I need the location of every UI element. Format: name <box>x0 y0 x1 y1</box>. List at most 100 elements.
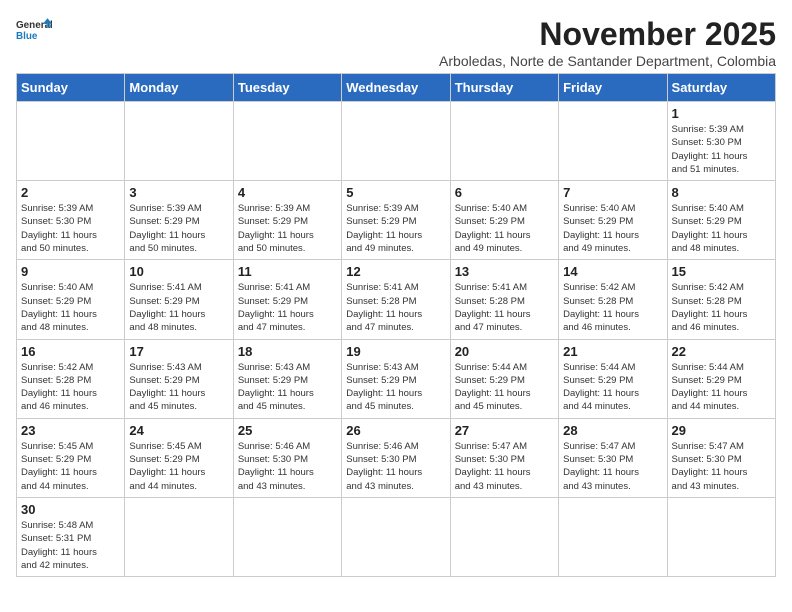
calendar-cell <box>667 497 775 576</box>
day-info: Sunrise: 5:42 AM Sunset: 5:28 PM Dayligh… <box>563 281 662 334</box>
day-info: Sunrise: 5:39 AM Sunset: 5:29 PM Dayligh… <box>346 202 445 255</box>
day-number: 1 <box>672 106 771 121</box>
calendar-cell: 13 Sunrise: 5:41 AM Sunset: 5:28 PM Dayli… <box>450 260 558 339</box>
calendar-cell: 3 Sunrise: 5:39 AM Sunset: 5:29 PM Daylig… <box>125 181 233 260</box>
page-header: General Blue November 2025 Arboledas, No… <box>16 16 776 69</box>
calendar-cell <box>559 102 667 181</box>
calendar-cell: 21 Sunrise: 5:44 AM Sunset: 5:29 PM Dayli… <box>559 339 667 418</box>
day-number: 16 <box>21 344 120 359</box>
calendar-cell: 22Sunrise: 5:44 AM Sunset: 5:29 PM Dayli… <box>667 339 775 418</box>
day-info: Sunrise: 5:45 AM Sunset: 5:29 PM Dayligh… <box>21 440 120 493</box>
day-number: 28 <box>563 423 662 438</box>
calendar-cell: 12 Sunrise: 5:41 AM Sunset: 5:28 PM Dayli… <box>342 260 450 339</box>
calendar-week-row: 9 Sunrise: 5:40 AM Sunset: 5:29 PM Daylig… <box>17 260 776 339</box>
day-info: Sunrise: 5:45 AM Sunset: 5:29 PM Dayligh… <box>129 440 228 493</box>
calendar-cell <box>233 497 341 576</box>
day-number: 13 <box>455 264 554 279</box>
day-info: Sunrise: 5:41 AM Sunset: 5:28 PM Dayligh… <box>455 281 554 334</box>
day-number: 9 <box>21 264 120 279</box>
day-number: 2 <box>21 185 120 200</box>
day-number: 14 <box>563 264 662 279</box>
calendar-week-row: 2 Sunrise: 5:39 AM Sunset: 5:30 PM Daylig… <box>17 181 776 260</box>
day-info: Sunrise: 5:46 AM Sunset: 5:30 PM Dayligh… <box>238 440 337 493</box>
day-number: 24 <box>129 423 228 438</box>
calendar-cell: 20Sunrise: 5:44 AM Sunset: 5:29 PM Dayli… <box>450 339 558 418</box>
day-number: 29 <box>672 423 771 438</box>
calendar-cell: 14 Sunrise: 5:42 AM Sunset: 5:28 PM Dayli… <box>559 260 667 339</box>
day-info: Sunrise: 5:40 AM Sunset: 5:29 PM Dayligh… <box>563 202 662 255</box>
day-number: 3 <box>129 185 228 200</box>
day-info: Sunrise: 5:42 AM Sunset: 5:28 PM Dayligh… <box>21 361 120 414</box>
calendar-cell: 23 Sunrise: 5:45 AM Sunset: 5:29 PM Dayli… <box>17 418 125 497</box>
calendar-cell: 6 Sunrise: 5:40 AM Sunset: 5:29 PM Daylig… <box>450 181 558 260</box>
calendar-cell <box>342 497 450 576</box>
day-info: Sunrise: 5:41 AM Sunset: 5:29 PM Dayligh… <box>238 281 337 334</box>
day-number: 18 <box>238 344 337 359</box>
column-header-monday: Monday <box>125 74 233 102</box>
day-info: Sunrise: 5:41 AM Sunset: 5:28 PM Dayligh… <box>346 281 445 334</box>
calendar-cell: 28 Sunrise: 5:47 AM Sunset: 5:30 PM Dayli… <box>559 418 667 497</box>
calendar-week-row: 23 Sunrise: 5:45 AM Sunset: 5:29 PM Dayli… <box>17 418 776 497</box>
day-number: 10 <box>129 264 228 279</box>
calendar-cell: 19Sunrise: 5:43 AM Sunset: 5:29 PM Dayli… <box>342 339 450 418</box>
location-title: Arboledas, Norte de Santander Department… <box>439 53 776 69</box>
day-info: Sunrise: 5:43 AM Sunset: 5:29 PM Dayligh… <box>129 361 228 414</box>
calendar-cell <box>125 497 233 576</box>
day-info: Sunrise: 5:47 AM Sunset: 5:30 PM Dayligh… <box>455 440 554 493</box>
calendar-cell: 7 Sunrise: 5:40 AM Sunset: 5:29 PM Daylig… <box>559 181 667 260</box>
column-header-tuesday: Tuesday <box>233 74 341 102</box>
calendar-cell: 11 Sunrise: 5:41 AM Sunset: 5:29 PM Dayli… <box>233 260 341 339</box>
calendar-cell: 10Sunrise: 5:41 AM Sunset: 5:29 PM Dayli… <box>125 260 233 339</box>
calendar-cell: 16 Sunrise: 5:42 AM Sunset: 5:28 PM Dayli… <box>17 339 125 418</box>
day-number: 19 <box>346 344 445 359</box>
day-info: Sunrise: 5:43 AM Sunset: 5:29 PM Dayligh… <box>238 361 337 414</box>
calendar-week-row: 30Sunrise: 5:48 AM Sunset: 5:31 PM Dayli… <box>17 497 776 576</box>
calendar-cell: 25 Sunrise: 5:46 AM Sunset: 5:30 PM Dayli… <box>233 418 341 497</box>
calendar-cell <box>450 497 558 576</box>
column-header-wednesday: Wednesday <box>342 74 450 102</box>
calendar-cell: 1 Sunrise: 5:39 AM Sunset: 5:30 PM Daylig… <box>667 102 775 181</box>
day-number: 7 <box>563 185 662 200</box>
calendar-cell <box>233 102 341 181</box>
day-info: Sunrise: 5:40 AM Sunset: 5:29 PM Dayligh… <box>455 202 554 255</box>
day-info: Sunrise: 5:44 AM Sunset: 5:29 PM Dayligh… <box>563 361 662 414</box>
calendar-cell <box>125 102 233 181</box>
calendar-cell <box>450 102 558 181</box>
day-info: Sunrise: 5:40 AM Sunset: 5:29 PM Dayligh… <box>672 202 771 255</box>
day-number: 21 <box>563 344 662 359</box>
day-info: Sunrise: 5:39 AM Sunset: 5:30 PM Dayligh… <box>672 123 771 176</box>
day-number: 6 <box>455 185 554 200</box>
column-header-sunday: Sunday <box>17 74 125 102</box>
day-number: 11 <box>238 264 337 279</box>
calendar-cell: 24 Sunrise: 5:45 AM Sunset: 5:29 PM Dayli… <box>125 418 233 497</box>
calendar-table: SundayMondayTuesdayWednesdayThursdayFrid… <box>16 73 776 577</box>
day-number: 30 <box>21 502 120 517</box>
calendar-cell: 4Sunrise: 5:39 AM Sunset: 5:29 PM Daylig… <box>233 181 341 260</box>
day-info: Sunrise: 5:47 AM Sunset: 5:30 PM Dayligh… <box>563 440 662 493</box>
calendar-header-row: SundayMondayTuesdayWednesdayThursdayFrid… <box>17 74 776 102</box>
day-info: Sunrise: 5:46 AM Sunset: 5:30 PM Dayligh… <box>346 440 445 493</box>
calendar-cell: 5 Sunrise: 5:39 AM Sunset: 5:29 PM Daylig… <box>342 181 450 260</box>
day-number: 23 <box>21 423 120 438</box>
day-number: 8 <box>672 185 771 200</box>
calendar-cell <box>342 102 450 181</box>
calendar-cell: 17 Sunrise: 5:43 AM Sunset: 5:29 PM Dayli… <box>125 339 233 418</box>
day-number: 12 <box>346 264 445 279</box>
day-number: 5 <box>346 185 445 200</box>
calendar-cell: 8 Sunrise: 5:40 AM Sunset: 5:29 PM Daylig… <box>667 181 775 260</box>
day-number: 15 <box>672 264 771 279</box>
calendar-cell: 9 Sunrise: 5:40 AM Sunset: 5:29 PM Daylig… <box>17 260 125 339</box>
day-info: Sunrise: 5:47 AM Sunset: 5:30 PM Dayligh… <box>672 440 771 493</box>
day-info: Sunrise: 5:39 AM Sunset: 5:29 PM Dayligh… <box>129 202 228 255</box>
day-info: Sunrise: 5:40 AM Sunset: 5:29 PM Dayligh… <box>21 281 120 334</box>
day-number: 17 <box>129 344 228 359</box>
column-header-friday: Friday <box>559 74 667 102</box>
day-number: 25 <box>238 423 337 438</box>
column-header-thursday: Thursday <box>450 74 558 102</box>
svg-text:Blue: Blue <box>16 31 38 42</box>
calendar-cell: 26Sunrise: 5:46 AM Sunset: 5:30 PM Dayli… <box>342 418 450 497</box>
calendar-cell: 27Sunrise: 5:47 AM Sunset: 5:30 PM Dayli… <box>450 418 558 497</box>
day-info: Sunrise: 5:39 AM Sunset: 5:30 PM Dayligh… <box>21 202 120 255</box>
calendar-cell: 30Sunrise: 5:48 AM Sunset: 5:31 PM Dayli… <box>17 497 125 576</box>
calendar-week-row: 1 Sunrise: 5:39 AM Sunset: 5:30 PM Daylig… <box>17 102 776 181</box>
